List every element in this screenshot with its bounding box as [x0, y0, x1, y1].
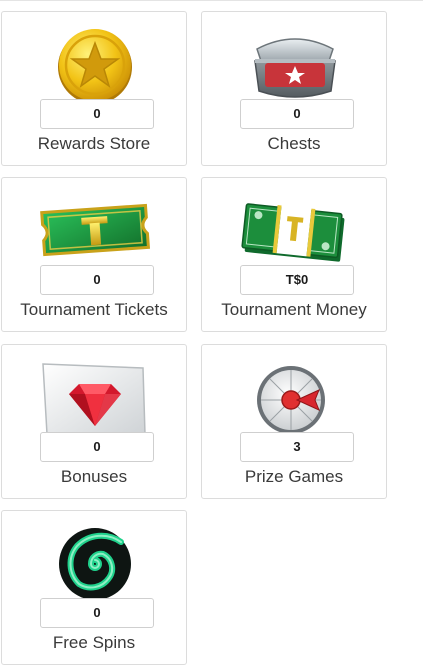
tile-tournament-tickets[interactable]: 0 Tournament Tickets [1, 177, 187, 332]
tile-free-spins[interactable]: 0 Free Spins [1, 510, 187, 665]
tournament-money-count: T$0 [240, 265, 354, 295]
prize-wheel-icon [235, 354, 355, 438]
treasure-chest-icon [235, 21, 355, 105]
tile-prize-games[interactable]: 3 Prize Games [201, 344, 387, 499]
gold-star-coin-icon [35, 21, 155, 105]
tile-chests[interactable]: 0 Chests [201, 11, 387, 166]
chests-count: 0 [240, 99, 354, 129]
bonuses-count: 0 [40, 432, 154, 462]
tournament-ticket-icon [35, 187, 155, 271]
tournament-money-label: Tournament Money [221, 300, 367, 319]
tile-rewards-store[interactable]: 0 Rewards Store [1, 11, 187, 166]
prize-games-label: Prize Games [244, 467, 344, 486]
prize-games-count: 3 [240, 432, 354, 462]
bonuses-label: Bonuses [60, 467, 128, 486]
free-spins-label: Free Spins [52, 633, 136, 652]
free-spins-count: 0 [40, 598, 154, 628]
green-swirl-icon [35, 520, 155, 604]
rewards-store-label: Rewards Store [37, 134, 151, 153]
tile-tournament-money[interactable]: T$0 Tournament Money [201, 177, 387, 332]
rewards-store-count: 0 [40, 99, 154, 129]
tile-bonuses[interactable]: 0 Bonuses [1, 344, 187, 499]
tournament-tickets-count: 0 [40, 265, 154, 295]
chests-label: Chests [267, 134, 321, 153]
top-divider [0, 0, 423, 1]
tournament-tickets-label: Tournament Tickets [20, 300, 168, 319]
ruby-gem-card-icon [35, 354, 155, 438]
tournament-money-icon [235, 187, 355, 271]
